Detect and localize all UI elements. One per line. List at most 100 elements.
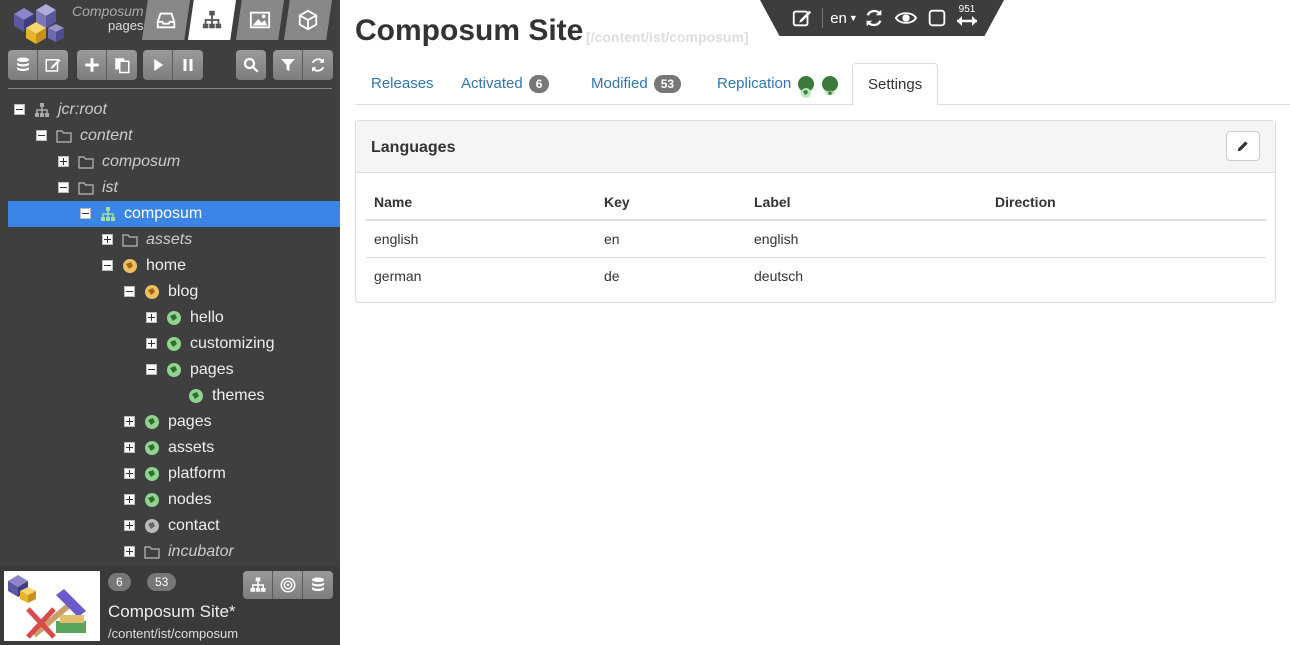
expand-toggle[interactable] xyxy=(58,156,69,167)
expand-toggle[interactable] xyxy=(124,494,135,505)
collapse-toggle[interactable] xyxy=(80,208,91,219)
toolbar-group-create xyxy=(77,50,137,80)
collapse-toggle[interactable] xyxy=(146,364,157,375)
cube-icon xyxy=(298,9,318,31)
tree-node[interactable]: pages xyxy=(0,409,340,435)
preview-button[interactable] xyxy=(891,5,921,31)
database-icon xyxy=(16,57,29,71)
column-header[interactable]: Name xyxy=(366,184,596,221)
database-button-bottom[interactable] xyxy=(303,571,333,599)
app-root: Composum pages jcr:root content composum… xyxy=(0,0,1290,645)
expand-toggle[interactable] xyxy=(124,546,135,557)
site-title[interactable]: Composum Site* xyxy=(108,602,236,622)
site-thumbnail[interactable] xyxy=(4,571,100,641)
database-button[interactable] xyxy=(8,50,38,80)
frame-button[interactable] xyxy=(925,5,949,31)
tree-node[interactable]: nodes xyxy=(0,487,340,513)
pause-button[interactable] xyxy=(173,50,203,80)
expand-toggle[interactable] xyxy=(124,468,135,479)
tab-replication[interactable]: Replication xyxy=(717,63,838,105)
tab-components[interactable] xyxy=(284,0,332,40)
expand-toggle[interactable] xyxy=(146,312,157,323)
refresh-button[interactable] xyxy=(303,50,333,80)
tree-node[interactable]: hello xyxy=(0,305,340,331)
reload-button[interactable] xyxy=(862,5,886,31)
sitemap-icon xyxy=(250,577,265,592)
collapse-toggle[interactable] xyxy=(124,286,135,297)
tab-releases[interactable]: Releases xyxy=(371,63,434,105)
languages-table: Name Key Label Direction english en english ge… xyxy=(366,184,1266,294)
tab-modified[interactable]: Modified 53 xyxy=(591,63,682,105)
site-actions xyxy=(243,571,333,599)
target-button[interactable] xyxy=(273,571,303,599)
modified-count-badge: 53 xyxy=(147,573,177,591)
globe-icon xyxy=(798,76,815,99)
edit-button[interactable] xyxy=(38,50,68,80)
copy-button[interactable] xyxy=(107,50,137,80)
search-icon xyxy=(243,57,259,73)
expand-toggle[interactable] xyxy=(102,234,113,245)
tree-node[interactable]: themes xyxy=(0,383,340,409)
copy-icon xyxy=(115,58,130,74)
site-path: /content/ist/composum xyxy=(108,626,239,641)
composum-logo[interactable] xyxy=(6,2,66,44)
tab-activated[interactable]: Activated 6 xyxy=(461,63,550,105)
tab-images[interactable] xyxy=(236,0,284,40)
filter-button[interactable] xyxy=(273,50,303,80)
globe-green-icon xyxy=(188,388,204,404)
tree-node[interactable]: composum xyxy=(8,201,340,227)
tree-node[interactable]: assets xyxy=(0,435,340,461)
tree-node-label: contact xyxy=(168,517,220,534)
tree-node[interactable]: customizing xyxy=(0,331,340,357)
expand-toggle[interactable] xyxy=(124,442,135,453)
width-control[interactable]: 951 xyxy=(953,3,981,29)
tree-node[interactable]: ist xyxy=(0,175,340,201)
table-body: english en english german de deutsch xyxy=(366,220,1266,294)
add-button[interactable] xyxy=(77,50,107,80)
globe-gray-icon xyxy=(144,518,160,534)
expand-toggle[interactable] xyxy=(124,416,135,427)
caret-down-icon: ▼ xyxy=(848,13,858,23)
search-button[interactable] xyxy=(236,50,266,80)
tree-node-label: composum xyxy=(124,205,203,222)
tree-node[interactable]: contact xyxy=(0,513,340,539)
square-icon xyxy=(928,9,946,27)
tab-modified-label: Modified xyxy=(591,75,648,92)
play-button[interactable] xyxy=(143,50,173,80)
column-header[interactable]: Key xyxy=(596,184,746,221)
tree-node[interactable]: platform xyxy=(0,461,340,487)
tree-node[interactable]: assets xyxy=(0,227,340,253)
tree-node-label: composum xyxy=(102,153,181,170)
language-select[interactable]: en ▼ xyxy=(828,5,860,31)
eye-icon xyxy=(895,12,917,24)
tree-node[interactable]: content xyxy=(0,123,340,149)
tree-node[interactable]: incubator xyxy=(0,539,340,565)
tree-node[interactable]: composum xyxy=(0,149,340,175)
brand-subtitle: pages xyxy=(108,18,144,33)
table-row[interactable]: english en english xyxy=(366,220,1266,258)
tab-settings[interactable]: Settings xyxy=(852,63,939,106)
tree-node[interactable]: home xyxy=(0,253,340,279)
edit-languages-button[interactable] xyxy=(1226,131,1260,161)
site-summary: 6 53 Composum Site* /content/ist/composu… xyxy=(0,567,340,645)
column-header[interactable]: Label xyxy=(746,184,987,221)
collapse-toggle[interactable] xyxy=(14,104,25,115)
table-cell: english xyxy=(746,220,987,258)
edit-mode-button[interactable] xyxy=(788,5,816,31)
expand-toggle[interactable] xyxy=(146,338,157,349)
tree-node[interactable]: jcr:root xyxy=(0,97,340,123)
tab-inbox[interactable] xyxy=(142,0,190,40)
site-tree-button[interactable] xyxy=(243,571,273,599)
tree-node[interactable]: blog xyxy=(0,279,340,305)
collapse-toggle[interactable] xyxy=(36,130,47,141)
tab-sitemap[interactable] xyxy=(188,0,236,40)
column-header[interactable]: Direction xyxy=(987,184,1266,221)
collapse-toggle[interactable] xyxy=(58,182,69,193)
expand-toggle[interactable] xyxy=(124,520,135,531)
table-row[interactable]: german de deutsch xyxy=(366,257,1266,294)
activated-count-badge: 6 xyxy=(108,573,131,591)
collapse-toggle[interactable] xyxy=(102,260,113,271)
tree-node[interactable]: pages xyxy=(0,357,340,383)
tree-node-label: blog xyxy=(168,283,199,300)
table-cell: german xyxy=(374,267,422,284)
